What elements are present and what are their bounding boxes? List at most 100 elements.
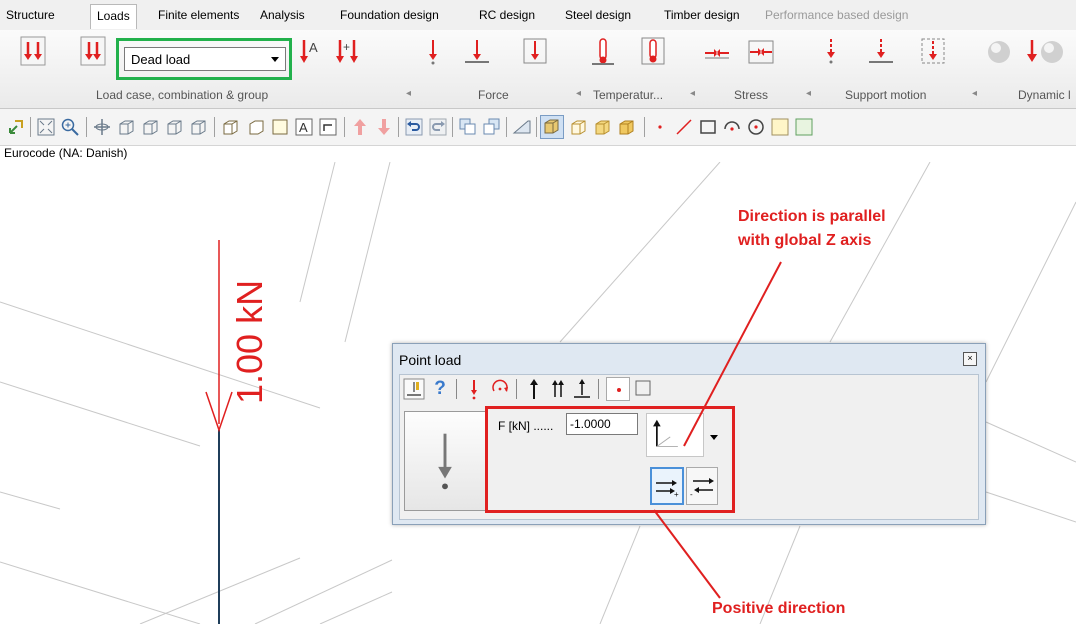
tab-rc-design[interactable]: RC design [479, 8, 535, 22]
surface-stress-icon[interactable] [748, 36, 774, 66]
zoom-extents-icon[interactable] [36, 117, 56, 137]
load-case-a-icon[interactable]: A [298, 36, 324, 66]
close-icon[interactable]: × [963, 352, 977, 366]
toolbar-separator [214, 117, 215, 137]
national-annex-label: Eurocode (NA: Danish) [4, 146, 128, 160]
shaded-view-icon[interactable] [592, 117, 612, 137]
view-cube-iso-icon[interactable] [116, 117, 136, 137]
draw-circle-icon[interactable] [746, 117, 766, 137]
group-support-motion: Support motion [845, 88, 927, 102]
svg-text:A: A [309, 40, 318, 55]
group-force: Force [478, 88, 509, 102]
display-cube-icon[interactable] [220, 117, 240, 137]
load-value-label: 1.00 kN [229, 280, 270, 404]
paste-layer-icon[interactable] [482, 117, 502, 137]
frame-select-icon[interactable] [632, 377, 656, 401]
wireframe-view-icon[interactable] [540, 115, 564, 139]
zoom-icon[interactable] [60, 117, 80, 137]
draw-line-icon[interactable] [674, 117, 694, 137]
down-arrow-icon [438, 433, 452, 490]
point-temperature-icon[interactable] [590, 36, 616, 66]
tab-timber-design[interactable]: Timber design [664, 8, 740, 22]
select-arrow-icon[interactable] [6, 117, 26, 137]
tab-performance-based-design[interactable]: Performance based design [765, 8, 908, 22]
group-temperature: Temperatur... [593, 88, 664, 102]
load-case-dropdown[interactable]: Dead load [124, 47, 286, 71]
svg-text:+: + [343, 40, 350, 54]
svg-text:A: A [299, 120, 308, 135]
tab-structure[interactable]: Structure [6, 8, 55, 22]
copy-layer-icon[interactable] [458, 117, 478, 137]
draw-region-icon[interactable] [770, 117, 790, 137]
move-down-icon[interactable] [374, 117, 394, 137]
load-case-icon[interactable] [20, 36, 46, 66]
rendered-view-icon[interactable] [616, 117, 636, 137]
pick-default-icon[interactable] [402, 377, 426, 401]
dynamic-load-icon[interactable] [1024, 36, 1076, 66]
tab-finite-elements[interactable]: Finite elements [158, 8, 239, 22]
redo-icon[interactable] [428, 117, 448, 137]
tab-steel-design[interactable]: Steel design [565, 8, 631, 22]
toolbar-separator [398, 117, 399, 137]
surface-temperature-icon[interactable] [640, 36, 666, 66]
arrow-up-base-icon[interactable] [570, 377, 594, 401]
line-load-icon[interactable] [464, 36, 490, 66]
view-cube-side-icon[interactable] [164, 117, 184, 137]
display-plane-icon[interactable] [246, 117, 266, 137]
toolbar-separator [506, 117, 507, 137]
draw-green-region-icon[interactable] [794, 117, 814, 137]
toolbar-separator [30, 117, 31, 137]
text-annotation-icon[interactable]: A [294, 117, 314, 137]
line-stress-icon[interactable] [704, 36, 730, 66]
help-icon[interactable]: ? [428, 377, 452, 401]
group-separator-icon: ◂ [690, 88, 696, 99]
force-load-icon[interactable] [462, 377, 486, 401]
tab-loads[interactable]: Loads [90, 4, 137, 29]
draw-arc-icon[interactable] [722, 117, 742, 137]
toolbar-separator [344, 117, 345, 137]
surface-support-motion-icon[interactable] [920, 36, 946, 66]
view-cube-front-icon[interactable] [140, 117, 160, 137]
toolbar-separator [86, 117, 87, 137]
move-up-icon[interactable] [350, 117, 370, 137]
excitation-mass-icon[interactable] [984, 36, 1014, 66]
group-dynamic: Dynamic l [1018, 88, 1071, 102]
group-separator-icon: ◂ [806, 88, 812, 99]
view-toolbar: A [0, 109, 1076, 146]
point-target-icon[interactable] [606, 377, 630, 401]
dialog-separator [516, 379, 517, 399]
load-case-value: Dead load [131, 52, 191, 67]
toolbar-separator [644, 117, 645, 137]
chevron-down-icon [271, 57, 279, 62]
rotate-view-icon[interactable] [92, 117, 112, 137]
plane-icon[interactable] [512, 117, 532, 137]
load-type-preview-button[interactable] [404, 411, 486, 511]
surface-load-icon[interactable] [522, 36, 548, 66]
load-combination-icon[interactable] [80, 36, 106, 66]
point-load-icon[interactable] [420, 36, 446, 66]
tab-analysis[interactable]: Analysis [260, 8, 305, 22]
point-support-motion-icon[interactable] [818, 36, 844, 66]
arrow-up-icon[interactable] [522, 377, 546, 401]
line-support-motion-icon[interactable] [868, 36, 894, 66]
dimension-icon[interactable] [318, 117, 338, 137]
moment-load-icon[interactable] [488, 377, 512, 401]
dialog-title: Point load [399, 352, 462, 368]
annotation-direction-line1: Direction is parallel [738, 208, 886, 225]
double-arrow-up-icon[interactable] [546, 377, 570, 401]
undo-icon[interactable] [404, 117, 424, 137]
group-load-case: Load case, combination & group [96, 88, 269, 102]
dialog-separator [598, 379, 599, 399]
view-cube-top-icon[interactable] [188, 117, 208, 137]
tab-foundation-design[interactable]: Foundation design [340, 8, 439, 22]
toolbar-separator [536, 117, 537, 137]
load-combination-plus-icon[interactable]: + [334, 36, 360, 66]
display-square-icon[interactable] [270, 117, 290, 137]
menu-tab-bar: Structure Loads Finite elements Analysis… [0, 0, 1076, 31]
group-separator-icon: ◂ [972, 88, 978, 99]
draw-rectangle-icon[interactable] [698, 117, 718, 137]
hidden-line-view-icon[interactable] [568, 117, 588, 137]
group-separator-icon: ◂ [576, 88, 582, 99]
group-separator-icon: ◂ [406, 88, 412, 99]
draw-point-icon[interactable] [650, 117, 670, 137]
